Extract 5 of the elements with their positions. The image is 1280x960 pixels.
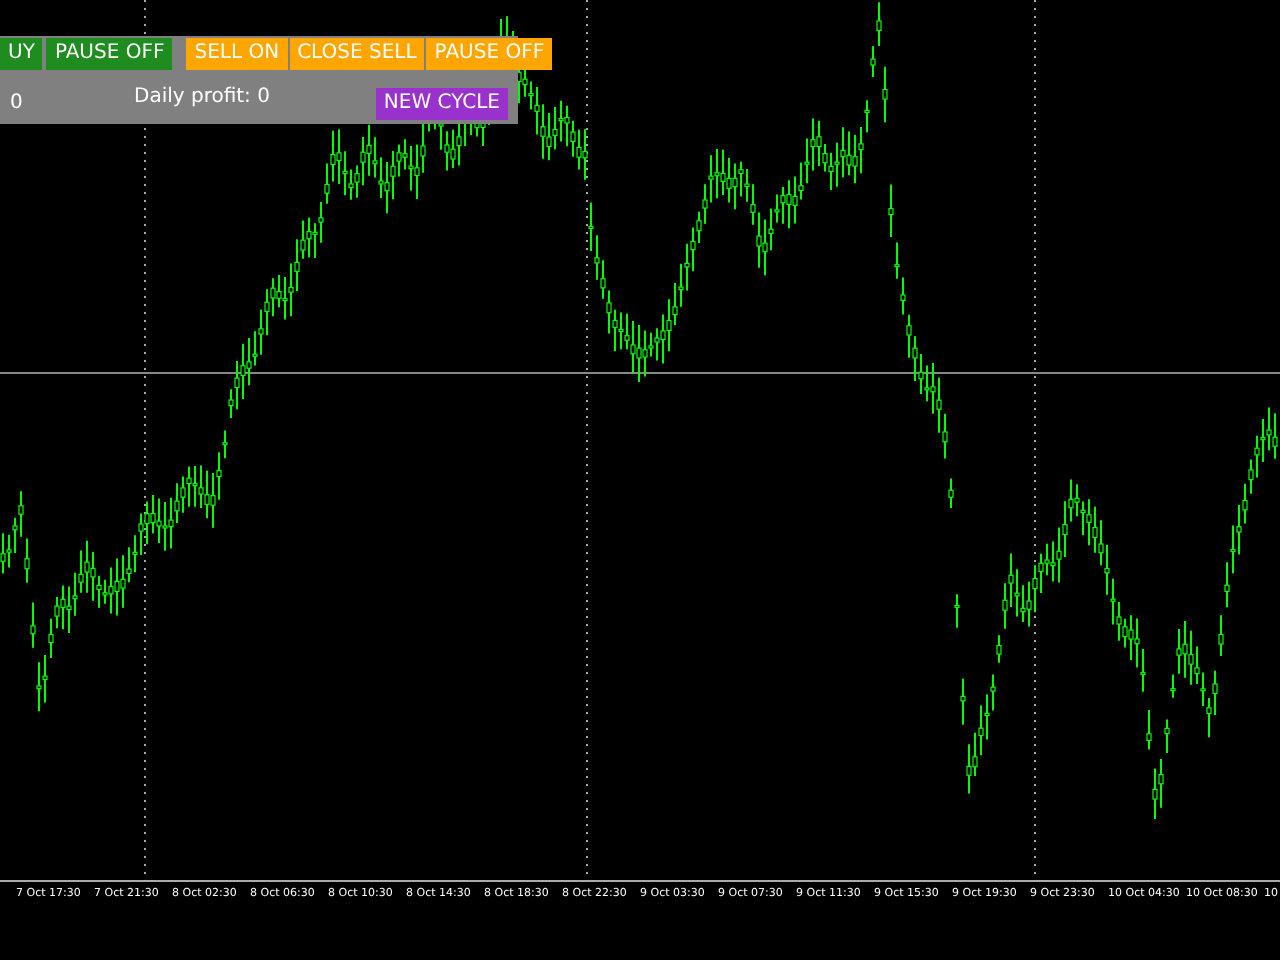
panel-button[interactable]: NEW CYCLE	[375, 88, 508, 120]
panel-button[interactable]: PAUSE OFF	[46, 38, 173, 70]
panel-button[interactable]: UY	[0, 38, 43, 70]
panel-text: Daily profit: 0	[134, 84, 270, 112]
panel-text: 0	[10, 92, 23, 114]
